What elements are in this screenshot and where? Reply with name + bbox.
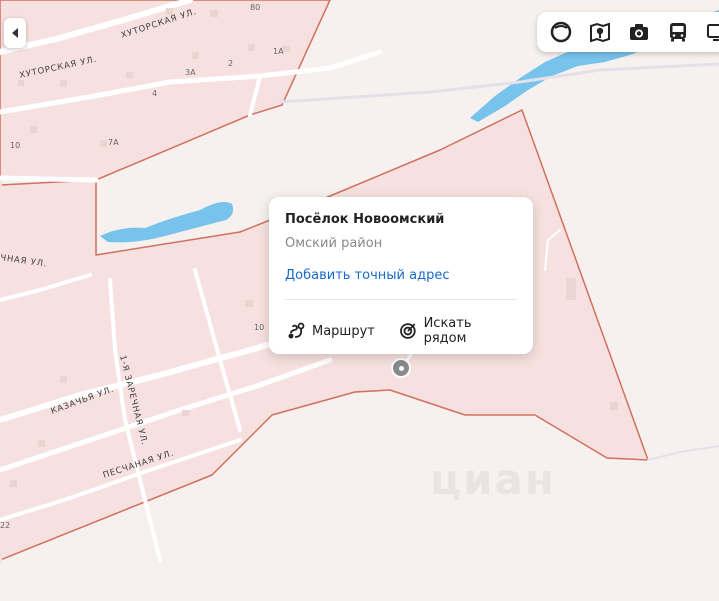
panorama-icon xyxy=(550,21,571,43)
route-icon xyxy=(288,322,305,339)
house-number: 22 xyxy=(0,521,10,530)
popup-divider xyxy=(285,299,517,300)
screen-icon xyxy=(707,24,719,41)
place-popup: Посёлок Новоомский Омский район Добавить… xyxy=(269,197,533,354)
target-icon xyxy=(399,323,416,339)
house-number: 80 xyxy=(250,3,260,12)
house-number: 1А xyxy=(273,47,284,56)
pin-center xyxy=(398,365,404,371)
house-number: 4 xyxy=(152,89,157,98)
triangle-left-icon xyxy=(12,28,18,38)
route-button[interactable]: Маршрут xyxy=(287,322,375,340)
layers-toolbar xyxy=(537,12,719,52)
location-pin[interactable] xyxy=(393,360,409,376)
house-number: 2 xyxy=(228,59,233,68)
traffic-layer-icon xyxy=(589,22,610,43)
photo-button[interactable] xyxy=(619,12,658,52)
house-number: 3А xyxy=(185,68,196,77)
photo-icon xyxy=(630,24,648,40)
traffic-layer-button[interactable] xyxy=(580,12,619,52)
popup-actions: Маршрут Искать рядом xyxy=(285,316,517,346)
house-number: 10 xyxy=(254,323,264,332)
screen-button[interactable] xyxy=(698,12,719,52)
add-address-link[interactable]: Добавить точный адрес xyxy=(285,268,517,284)
edge-fill xyxy=(0,178,2,563)
place-subtitle: Омский район xyxy=(285,236,383,251)
route-label: Маршрут xyxy=(312,323,375,339)
collapse-panel-button[interactable] xyxy=(4,18,26,48)
house-number: 7А xyxy=(108,138,119,147)
search-nearby-button[interactable]: Искать рядом xyxy=(399,316,517,346)
panorama-button[interactable] xyxy=(541,12,580,52)
watermark: циан xyxy=(430,455,556,504)
place-title: Посёлок Новоомский xyxy=(285,212,445,227)
house-number: 10 xyxy=(10,141,20,150)
transport-button[interactable] xyxy=(659,12,698,52)
transport-icon xyxy=(670,23,687,42)
search-nearby-label: Искать рядом xyxy=(423,316,472,346)
